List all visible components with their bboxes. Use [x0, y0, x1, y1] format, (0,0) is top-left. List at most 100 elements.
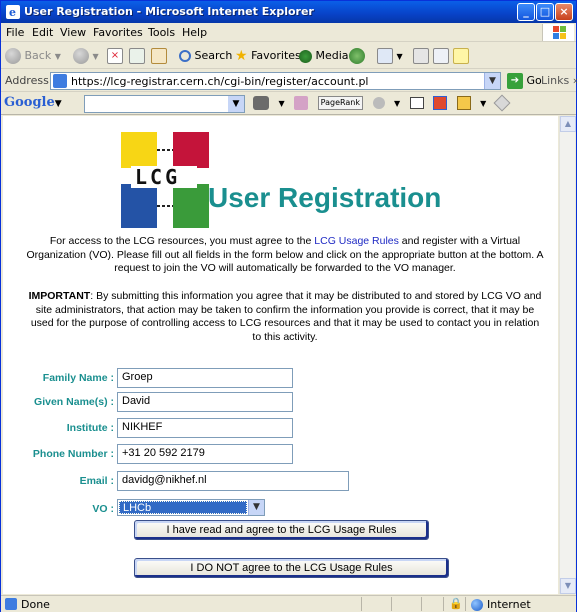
history-icon: [349, 48, 365, 64]
family-name-label: Family Name :: [42, 372, 114, 384]
menu-tools[interactable]: Tools: [148, 26, 175, 39]
links-button[interactable]: Links »: [541, 74, 577, 87]
autofill-icon[interactable]: [433, 96, 448, 110]
status-text: Done: [21, 598, 50, 611]
page-title: User Registration: [208, 182, 442, 213]
email-label: Email :: [79, 475, 114, 487]
family-name-field[interactable]: Groep: [117, 368, 293, 388]
page-done-icon: [5, 598, 17, 610]
edit-page-icon: [433, 48, 449, 64]
form-row-given-names: Given Name(s) : David: [3, 392, 558, 414]
lcg-logo-text: LCG: [135, 165, 180, 189]
menu-help[interactable]: Help: [182, 26, 207, 39]
scroll-down-icon[interactable]: ▼: [560, 578, 576, 594]
vo-dropdown-icon[interactable]: ▼: [248, 500, 264, 515]
svg-text:e: e: [9, 6, 16, 19]
google-logo[interactable]: Google▼: [4, 95, 62, 110]
options-icon[interactable]: [456, 96, 471, 110]
form-row-vo: VO : LHCb ▼: [3, 499, 558, 521]
back-arrow-icon: [5, 48, 21, 64]
vo-select[interactable]: LHCb ▼: [117, 499, 265, 516]
history-button[interactable]: [349, 47, 365, 65]
address-bar: Address https://lcg-registrar.cern.ch/cg…: [1, 70, 577, 92]
google-tools: ▼ PageRank ▼ ▼: [253, 94, 514, 112]
media-label: Media: [315, 49, 349, 62]
form-row-phone: Phone Number : +31 20 592 2179: [3, 444, 558, 466]
standard-toolbar: Back ▼ ▼ × Search ★ Favorites Media ▼: [1, 43, 576, 69]
address-dropdown-icon[interactable]: ▼: [484, 73, 500, 89]
discuss-button[interactable]: [453, 47, 469, 65]
search-button[interactable]: Search: [179, 47, 232, 65]
google-search-dropdown-icon[interactable]: ▼: [228, 96, 244, 112]
print-button[interactable]: [413, 47, 429, 65]
highlight-pen-icon[interactable]: [493, 94, 511, 112]
favorites-button[interactable]: ★ Favorites: [235, 47, 301, 65]
menu-edit[interactable]: Edit: [32, 26, 53, 39]
home-icon: [151, 48, 167, 64]
mail-icon: [377, 48, 393, 64]
links-label: Links: [541, 74, 570, 87]
address-url: https://lcg-registrar.cern.ch/cgi-bin/re…: [71, 75, 369, 88]
intro-paragraph: For access to the LCG resources, you mus…: [25, 235, 545, 276]
browser-window: e User Registration - Microsoft Internet…: [0, 0, 577, 612]
status-bar: Done 🔒 Internet: [1, 595, 576, 612]
media-icon: [299, 49, 312, 63]
google-news-icon[interactable]: [294, 96, 309, 110]
ie-icon: e: [6, 5, 20, 19]
google-search-binoculars-icon[interactable]: [253, 96, 269, 110]
given-names-field[interactable]: David: [117, 392, 293, 412]
close-button[interactable]: ×: [555, 3, 573, 21]
security-zone: Internet: [471, 598, 531, 611]
popup-blocker-icon[interactable]: [409, 97, 424, 109]
stop-icon: ×: [107, 48, 123, 64]
forward-button[interactable]: ▼: [73, 47, 99, 65]
stop-button[interactable]: ×: [107, 47, 123, 65]
home-button[interactable]: [151, 47, 167, 65]
google-toolbar: Google▼ ▼ ▼ PageRank ▼ ▼: [1, 93, 576, 115]
form-row-family-name: Family Name : Groep: [3, 368, 558, 390]
search-icon: [179, 50, 191, 62]
email-field[interactable]: davidg@nikhef.nl: [117, 471, 349, 491]
mail-button[interactable]: ▼: [377, 47, 403, 65]
important-label: IMPORTANT: [28, 290, 91, 302]
go-button[interactable]: ➔ Go: [507, 73, 542, 89]
page-icon: [53, 74, 67, 88]
refresh-button[interactable]: [129, 47, 145, 65]
back-button[interactable]: Back ▼: [5, 47, 61, 65]
minimize-button[interactable]: _: [517, 3, 535, 21]
agree-button[interactable]: I have read and agree to the LCG Usage R…: [134, 520, 429, 540]
search-label: Search: [194, 49, 233, 62]
zone-label: Internet: [487, 598, 531, 611]
menu-favorites[interactable]: Favorites: [93, 26, 143, 39]
title-bar[interactable]: e User Registration - Microsoft Internet…: [1, 1, 576, 23]
disagree-button[interactable]: I DO NOT agree to the LCG Usage Rules: [134, 558, 449, 578]
info-icon[interactable]: [372, 97, 385, 109]
page-content: LCG User Registration For access to the …: [3, 116, 558, 594]
lcg-logo: LCG: [121, 132, 209, 228]
menu-view[interactable]: View: [60, 26, 86, 39]
google-search-input[interactable]: ▼: [84, 95, 245, 113]
refresh-icon: [129, 48, 145, 64]
menu-file[interactable]: File: [6, 26, 24, 39]
intro-text-1: For access to the LCG resources, you mus…: [49, 235, 315, 247]
edit-button[interactable]: [433, 47, 449, 65]
vertical-scrollbar[interactable]: ▲ ▼: [559, 116, 576, 594]
favorites-star-icon: ★: [235, 48, 248, 64]
go-arrow-icon: ➔: [507, 73, 523, 89]
media-button[interactable]: Media: [299, 47, 349, 65]
globe-icon: [471, 599, 483, 611]
phone-field[interactable]: +31 20 592 2179: [117, 444, 293, 464]
important-paragraph: IMPORTANT: By submitting this informatio…: [25, 290, 545, 344]
usage-rules-link[interactable]: LCG Usage Rules: [314, 235, 399, 247]
institute-label: Institute :: [66, 422, 114, 434]
scroll-up-icon[interactable]: ▲: [560, 116, 576, 132]
vo-selected-value: LHCb: [119, 501, 247, 514]
window-title: User Registration - Microsoft Internet E…: [24, 5, 314, 18]
institute-field[interactable]: NIKHEF: [117, 418, 293, 438]
go-label: Go: [526, 74, 542, 87]
address-label: Address: [5, 74, 49, 87]
address-input[interactable]: https://lcg-registrar.cern.ch/cgi-bin/re…: [50, 72, 501, 90]
pagerank-meter[interactable]: PageRank: [317, 96, 364, 110]
important-text: : By submitting this information you agr…: [30, 290, 542, 343]
maximize-button[interactable]: □: [536, 3, 554, 21]
